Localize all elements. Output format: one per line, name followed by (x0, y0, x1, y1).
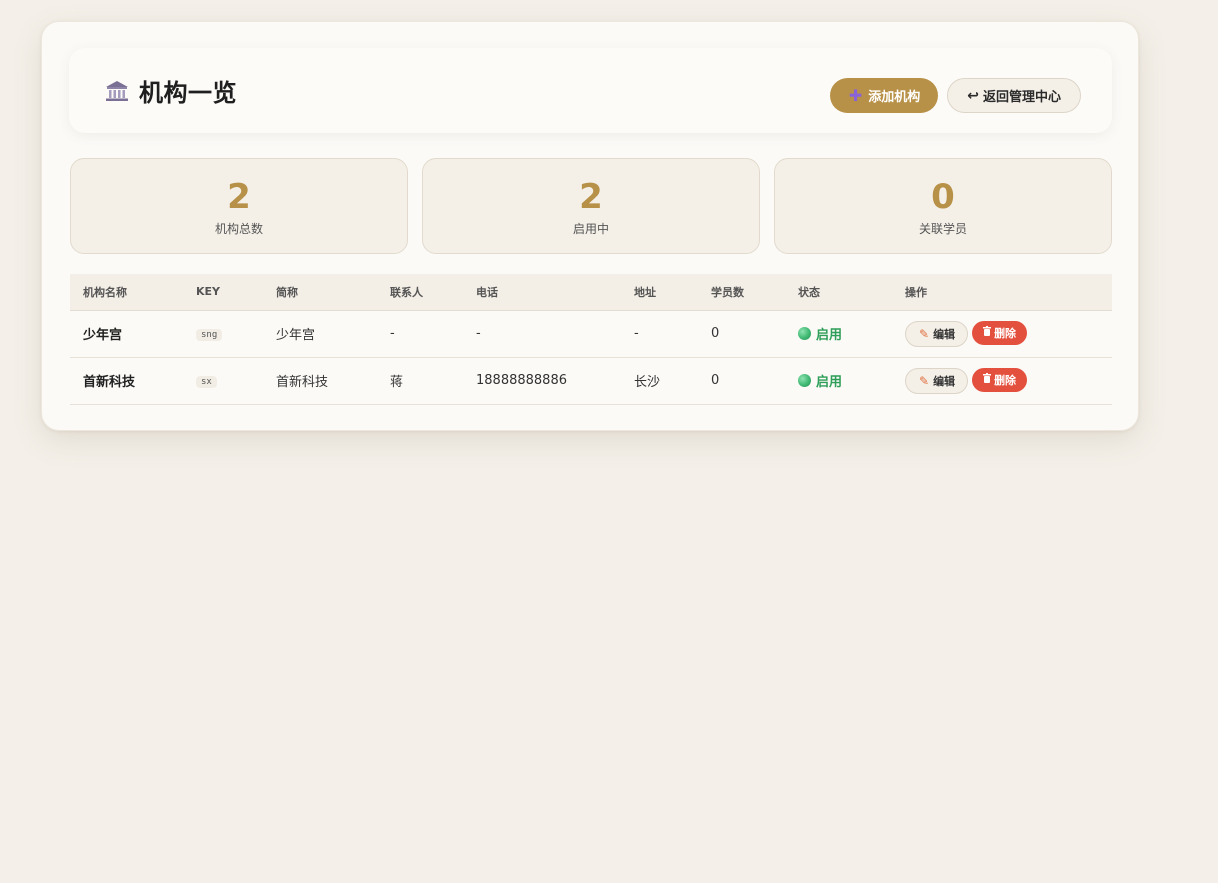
pencil-icon: ✎ (919, 326, 930, 341)
edit-button[interactable]: ✎ 编辑 (905, 367, 969, 394)
cell-contact: - (377, 310, 463, 358)
table-header-row: 机构名称 KEY 简称 联系人 电话 地址 学员数 状态 操作 (70, 274, 1112, 311)
cell-students: 0 (698, 357, 785, 405)
cell-actions: ✎ 编辑 删除 (892, 310, 1112, 358)
table-row: 首新科技 sx 首新科技 蒋 18888888886 长沙 0 启用 ✎ 编辑 … (70, 357, 1112, 405)
status-label: 启用 (816, 375, 843, 390)
table-row: 少年宫 sng 少年宫 - - - 0 启用 ✎ 编辑 删除 (70, 310, 1112, 358)
status-badge: 启用 (798, 371, 892, 390)
column-header-phone: 电话 (463, 274, 621, 311)
institutions-panel: 机构一览 ✚ 添加机构 ↩ 返回管理中心 2 机构总数 2 启用中 0 关联学员 (41, 21, 1139, 431)
page-header: 机构一览 ✚ 添加机构 ↩ 返回管理中心 (69, 48, 1112, 133)
delete-label: 删除 (994, 373, 1017, 387)
column-header-name: 机构名称 (70, 274, 183, 311)
row-actions: ✎ 编辑 删除 (905, 367, 1112, 394)
stat-enabled: 2 启用中 (422, 158, 760, 254)
column-header-contact: 联系人 (377, 274, 463, 311)
delete-button[interactable]: 删除 (972, 367, 1028, 392)
key-chip: sx (196, 376, 217, 388)
edit-label: 编辑 (933, 374, 956, 388)
cell-name: 首新科技 (70, 357, 183, 405)
cell-name: 少年宫 (70, 310, 183, 358)
trash-icon (983, 373, 992, 386)
stat-linked-students: 0 关联学员 (774, 158, 1112, 254)
add-institution-label: 添加机构 (868, 90, 921, 105)
cell-contact: 蒋 (377, 357, 463, 405)
stat-value: 0 (931, 176, 955, 217)
column-header-status: 状态 (785, 274, 892, 311)
cell-phone: - (463, 310, 621, 358)
column-header-actions: 操作 (892, 274, 1112, 311)
header-actions: ✚ 添加机构 ↩ 返回管理中心 (829, 78, 1081, 113)
column-header-key: KEY (183, 274, 263, 311)
cell-address: - (621, 310, 698, 358)
trash-icon (983, 326, 992, 339)
title-group: 机构一览 (105, 48, 237, 133)
pencil-icon: ✎ (919, 373, 930, 388)
edit-label: 编辑 (933, 327, 956, 341)
cell-actions: ✎ 编辑 删除 (892, 357, 1112, 405)
cell-students: 0 (698, 310, 785, 358)
cell-short-name: 首新科技 (263, 357, 377, 405)
status-badge: 启用 (798, 324, 892, 343)
status-label: 启用 (816, 328, 843, 343)
back-to-admin-button[interactable]: ↩ 返回管理中心 (947, 78, 1081, 113)
key-chip: sng (196, 329, 223, 341)
cell-key: sng (183, 310, 263, 358)
stat-value: 2 (227, 176, 251, 217)
return-arrow-icon: ↩ (967, 87, 979, 104)
cell-phone: 18888888886 (463, 357, 621, 405)
column-header-students: 学员数 (698, 274, 785, 311)
cell-address: 长沙 (621, 357, 698, 405)
delete-button[interactable]: 删除 (972, 320, 1028, 345)
stat-value: 2 (579, 176, 603, 217)
cell-status: 启用 (785, 310, 892, 358)
stat-label: 机构总数 (214, 221, 263, 236)
add-institution-button[interactable]: ✚ 添加机构 (829, 78, 939, 113)
plus-icon: ✚ (848, 85, 863, 105)
column-header-address: 地址 (621, 274, 698, 311)
institutions-table: 机构名称 KEY 简称 联系人 电话 地址 学员数 状态 操作 少年宫 sng … (70, 274, 1112, 405)
back-to-admin-label: 返回管理中心 (982, 90, 1061, 105)
green-dot-icon (798, 327, 811, 340)
column-header-short-name: 简称 (263, 274, 377, 311)
bank-icon (105, 79, 129, 103)
stat-total-institutions: 2 机构总数 (70, 158, 408, 254)
stat-label: 关联学员 (918, 221, 967, 236)
stats-row: 2 机构总数 2 启用中 0 关联学员 (70, 158, 1112, 254)
row-actions: ✎ 编辑 删除 (905, 320, 1112, 347)
delete-label: 删除 (994, 326, 1017, 340)
cell-status: 启用 (785, 357, 892, 405)
stat-label: 启用中 (572, 221, 609, 236)
page-title: 机构一览 (139, 78, 237, 107)
cell-key: sx (183, 357, 263, 405)
edit-button[interactable]: ✎ 编辑 (905, 320, 969, 347)
green-dot-icon (798, 374, 811, 387)
cell-short-name: 少年宫 (263, 310, 377, 358)
